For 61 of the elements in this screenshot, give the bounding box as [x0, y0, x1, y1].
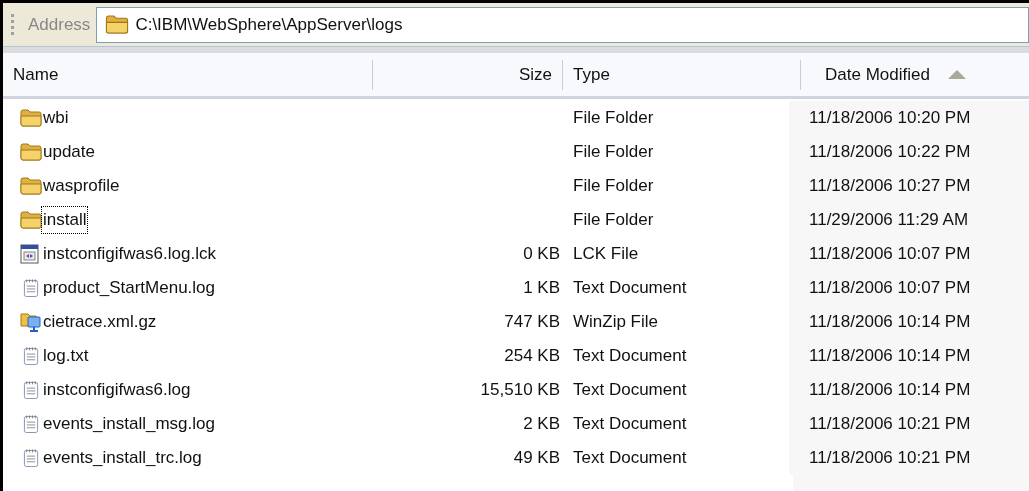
- document-icon: [23, 346, 40, 366]
- date-modified: 11/18/2006 10:22 PM: [809, 141, 971, 164]
- date-modified: 11/18/2006 10:21 PM: [809, 413, 971, 436]
- date-modified: 11/18/2006 10:07 PM: [809, 277, 971, 300]
- toolbar-grip-icon: [11, 13, 14, 36]
- address-field[interactable]: C:\IBM\WebSphere\AppServer\logs: [96, 6, 1029, 43]
- file-size: 0 KB: [523, 243, 560, 266]
- file-type: File Folder: [573, 108, 654, 128]
- file-name[interactable]: cietrace.xml.gz: [42, 309, 158, 335]
- date-modified: 11/18/2006 10:27 PM: [809, 175, 971, 198]
- document-icon: [23, 380, 40, 400]
- file-name[interactable]: wbi: [42, 105, 70, 131]
- file-name[interactable]: events_install_trc.log: [42, 445, 203, 471]
- file-type: Text Document: [573, 380, 687, 400]
- file-type: LCK File: [573, 244, 639, 264]
- file-name[interactable]: install: [42, 207, 88, 233]
- file-type: Text Document: [573, 414, 687, 434]
- file-size: 1 KB: [523, 277, 560, 300]
- file-name[interactable]: update: [42, 139, 96, 165]
- date-modified: 11/18/2006 10:20 PM: [809, 107, 971, 130]
- file-name[interactable]: instconfigifwas6.log.lck: [42, 241, 217, 267]
- date-modified: 11/29/2006 11:29 AM: [809, 209, 969, 232]
- date-modified: 11/18/2006 10:14 PM: [809, 345, 971, 368]
- folder-icon: [20, 211, 42, 229]
- file-type: Text Document: [573, 278, 687, 298]
- file-name[interactable]: instconfigifwas6.log: [42, 377, 192, 403]
- file-type: File Folder: [573, 210, 654, 230]
- folder-icon: [20, 177, 42, 195]
- file-type: Text Document: [573, 346, 687, 366]
- file-name[interactable]: events_install_msg.log: [42, 411, 216, 437]
- file-size: 2 KB: [523, 413, 560, 436]
- file-name[interactable]: wasprofile: [42, 173, 121, 199]
- document-icon: [23, 278, 40, 298]
- file-name[interactable]: log.txt: [42, 343, 90, 369]
- column-header[interactable]: Date Modified: [801, 59, 1029, 90]
- file-size: 15,510 KB: [480, 379, 560, 402]
- file-size: 747 KB: [504, 311, 560, 334]
- file-type: WinZip File: [573, 312, 658, 332]
- date-modified: 11/18/2006 10:14 PM: [809, 311, 971, 334]
- document-icon: [23, 414, 40, 434]
- document-icon: [23, 448, 40, 468]
- address-path: C:\IBM\WebSphere\AppServer\logs: [135, 13, 403, 36]
- folder-icon: [20, 109, 42, 127]
- file-type: File Folder: [573, 142, 654, 162]
- folder-monitor-icon: [20, 311, 42, 333]
- column-header[interactable]: Type: [563, 59, 801, 90]
- file-type: Text Document: [573, 448, 687, 468]
- column-header[interactable]: Name: [3, 59, 373, 90]
- date-modified: 11/18/2006 10:14 PM: [809, 379, 971, 402]
- folder-icon: [105, 15, 130, 34]
- file-type: File Folder: [573, 176, 654, 196]
- file-size: 254 KB: [504, 345, 560, 368]
- date-modified: 11/18/2006 10:07 PM: [809, 243, 971, 266]
- file-size: 49 KB: [513, 447, 560, 470]
- column-header[interactable]: Size: [373, 59, 563, 90]
- application-icon: [20, 244, 40, 264]
- address-label: Address: [28, 13, 91, 36]
- date-modified: 11/18/2006 10:21 PM: [809, 447, 971, 470]
- file-name[interactable]: product_StartMenu.log: [42, 275, 216, 301]
- folder-icon: [20, 143, 42, 161]
- sort-ascending-icon: [947, 70, 966, 79]
